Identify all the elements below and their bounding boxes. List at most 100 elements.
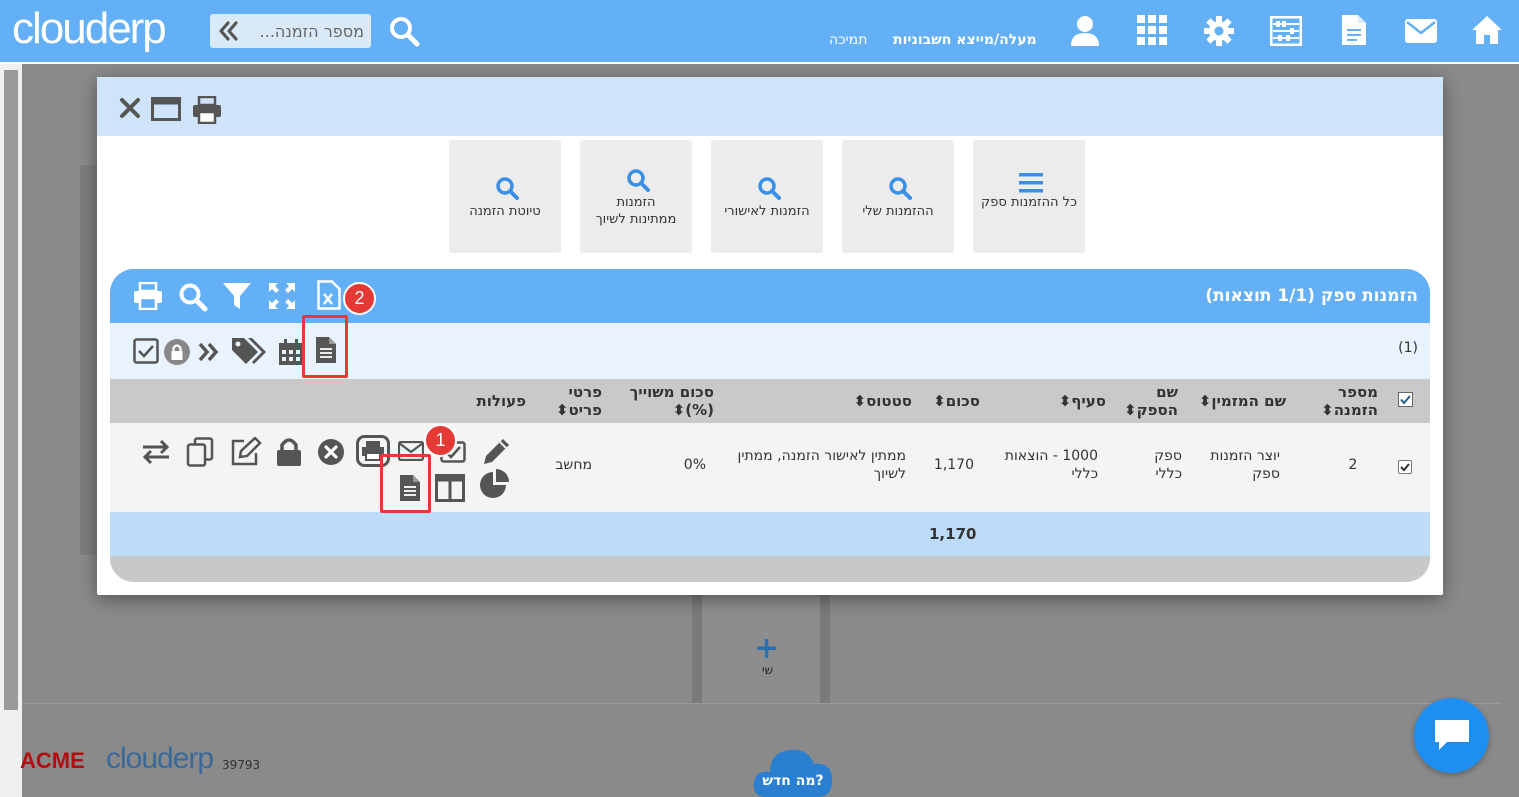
calendar-icon[interactable] bbox=[278, 338, 304, 366]
modal-header bbox=[97, 77, 1443, 136]
col-amount-label: סכום bbox=[945, 392, 980, 410]
transfer-icon[interactable] bbox=[141, 439, 171, 465]
header-select-checkbox[interactable] bbox=[1398, 392, 1413, 407]
col-order-number-label: מספר הזמנה bbox=[1333, 383, 1378, 419]
right-edge bbox=[1500, 64, 1519, 797]
maximize-icon[interactable] bbox=[151, 97, 181, 121]
background-add-tile[interactable]: + שי bbox=[692, 595, 830, 705]
select-all-checkbox-icon[interactable] bbox=[133, 338, 159, 364]
copy-icon[interactable] bbox=[186, 437, 214, 467]
upload-export-invoices-link[interactable]: מעלה/מייצא חשבוניות bbox=[893, 32, 1037, 48]
nav-tile-label: הזמנות ממתינות לשיוך bbox=[595, 195, 677, 227]
whats-new-label[interactable]: מה חדש? bbox=[756, 773, 830, 789]
col-creator-name[interactable]: שם המזמין⬍ bbox=[1186, 392, 1286, 410]
search-icon[interactable] bbox=[388, 15, 420, 47]
cancel-circle-icon[interactable] bbox=[317, 438, 345, 466]
check-icon bbox=[1400, 395, 1411, 405]
pencil-icon[interactable] bbox=[482, 436, 512, 466]
col-status[interactable]: סטטוס⬍ bbox=[800, 392, 913, 410]
grid-title: הזמנות ספק (1/1 תוצאות) bbox=[1205, 286, 1418, 306]
cell-assigned-amount: 0% bbox=[683, 457, 706, 473]
plus-icon: + bbox=[754, 631, 780, 666]
chat-bubble-icon bbox=[1435, 720, 1469, 750]
nav-tile-label: כל ההזמנות ספק bbox=[981, 195, 1077, 210]
footer-clouderp-logo: clouderp bbox=[106, 742, 214, 775]
document-icon[interactable] bbox=[1341, 14, 1367, 46]
nav-orders-for-approval[interactable]: הזמנות לאישורי bbox=[711, 140, 823, 253]
grid-column-headers: מספר הזמנה⬍ שם המזמין⬍ שם הספק⬍ סעיף⬍ סכ… bbox=[110, 379, 1430, 423]
nav-all-supplier-orders[interactable]: כל ההזמנות ספק bbox=[973, 140, 1085, 253]
highlight-box-toolbar-document bbox=[302, 315, 348, 378]
gear-icon[interactable] bbox=[1203, 15, 1235, 47]
cell-section: 1000 - הוצאות כללי bbox=[1004, 448, 1098, 482]
expand-icon[interactable] bbox=[268, 282, 296, 310]
col-supplier-name[interactable]: שם הספק⬍ bbox=[1122, 383, 1178, 419]
check-icon bbox=[1400, 463, 1410, 472]
filter-icon[interactable] bbox=[222, 282, 252, 310]
search-icon bbox=[758, 177, 781, 200]
apps-grid-icon[interactable] bbox=[1137, 15, 1167, 45]
col-status-label: סטטוס bbox=[866, 392, 912, 410]
col-section-label: סעיף bbox=[1071, 392, 1106, 410]
col-assigned-amount[interactable]: סכום משוייך (%)⬍ bbox=[610, 383, 714, 419]
background-add-tile-inner: + שי bbox=[702, 595, 820, 705]
col-creator-name-label: שם המזמין bbox=[1211, 392, 1286, 410]
columns-icon[interactable] bbox=[435, 474, 465, 502]
nav-order-draft[interactable]: טיוטת הזמנה bbox=[449, 140, 561, 253]
sort-icon: ⬍ bbox=[853, 392, 867, 410]
total-amount: 1,170 bbox=[929, 525, 977, 543]
annotation-badge-1: 1 bbox=[424, 424, 457, 457]
nav-orders-pending-assignment[interactable]: הזמנות ממתינות לשיוך bbox=[580, 140, 692, 253]
search-icon[interactable] bbox=[178, 282, 208, 312]
lock-icon[interactable] bbox=[276, 437, 302, 467]
chat-button[interactable] bbox=[1414, 698, 1489, 773]
highlight-box-row-document bbox=[380, 454, 431, 513]
edit-icon[interactable] bbox=[230, 437, 262, 467]
user-icon[interactable] bbox=[1069, 14, 1101, 46]
close-icon[interactable] bbox=[119, 97, 141, 119]
annotation-badge-2: 2 bbox=[343, 282, 376, 315]
print-icon[interactable] bbox=[133, 282, 163, 310]
page-scrollbar[interactable] bbox=[0, 64, 22, 797]
excel-export-icon[interactable] bbox=[317, 280, 341, 310]
pie-chart-icon[interactable] bbox=[478, 469, 512, 499]
lock-circle-icon[interactable] bbox=[163, 338, 191, 366]
order-number-search-input[interactable] bbox=[244, 14, 368, 48]
col-supplier-name-label: שם הספק bbox=[1136, 383, 1178, 419]
scrollbar-thumb[interactable] bbox=[4, 70, 18, 710]
sort-icon: ⬍ bbox=[1058, 392, 1072, 410]
print-icon[interactable] bbox=[192, 96, 222, 124]
nav-tile-label: טיוטת הזמנה bbox=[469, 204, 541, 219]
support-link[interactable]: תמיכה bbox=[829, 32, 867, 48]
col-amount[interactable]: סכום⬍ bbox=[920, 392, 980, 410]
sort-icon: ⬍ bbox=[555, 401, 569, 419]
sort-icon: ⬍ bbox=[1321, 401, 1334, 419]
double-chevron-right-icon[interactable] bbox=[197, 341, 221, 363]
sort-icon: ⬍ bbox=[1124, 401, 1137, 419]
top-bar: clouderp תמיכה מעלה/מייצא חשבוניות bbox=[0, 0, 1519, 64]
search-icon bbox=[496, 177, 519, 200]
footer-number: 39793 bbox=[222, 758, 261, 772]
nav-tile-label: הזמנות לאישורי bbox=[724, 204, 810, 219]
col-order-number[interactable]: מספר הזמנה⬍ bbox=[1310, 383, 1378, 419]
selected-count: (1) bbox=[1398, 340, 1418, 356]
cell-amount: 1,170 bbox=[933, 457, 974, 473]
order-search-box bbox=[210, 14, 371, 48]
row-select-checkbox[interactable] bbox=[1398, 460, 1412, 474]
tags-icon[interactable] bbox=[230, 336, 268, 366]
nav-tile-label: ההזמנות שלי bbox=[862, 204, 934, 219]
col-section[interactable]: סעיף⬍ bbox=[1030, 392, 1106, 410]
home-icon[interactable] bbox=[1470, 14, 1504, 46]
abacus-icon[interactable] bbox=[1270, 16, 1302, 46]
cell-item-details: מחשב bbox=[555, 457, 592, 473]
nav-my-orders[interactable]: ההזמנות שלי bbox=[842, 140, 954, 253]
mail-icon[interactable] bbox=[1405, 19, 1437, 43]
app-logo[interactable]: clouderp bbox=[12, 4, 167, 54]
search-icon bbox=[889, 177, 912, 200]
cell-order-number[interactable]: 2 bbox=[1338, 456, 1368, 474]
table-row[interactable]: 2 יוצר הזמנות ספק ספק כללי 1000 - הוצאות… bbox=[110, 423, 1430, 512]
cell-supplier-name: ספק כללי bbox=[1154, 448, 1182, 482]
col-item-details[interactable]: פרטי פריט⬍ bbox=[546, 383, 602, 419]
cell-status: ממתין לאישור הזמנה, ממתין לשיוך bbox=[737, 448, 906, 482]
double-chevron-left-icon[interactable] bbox=[216, 19, 240, 43]
